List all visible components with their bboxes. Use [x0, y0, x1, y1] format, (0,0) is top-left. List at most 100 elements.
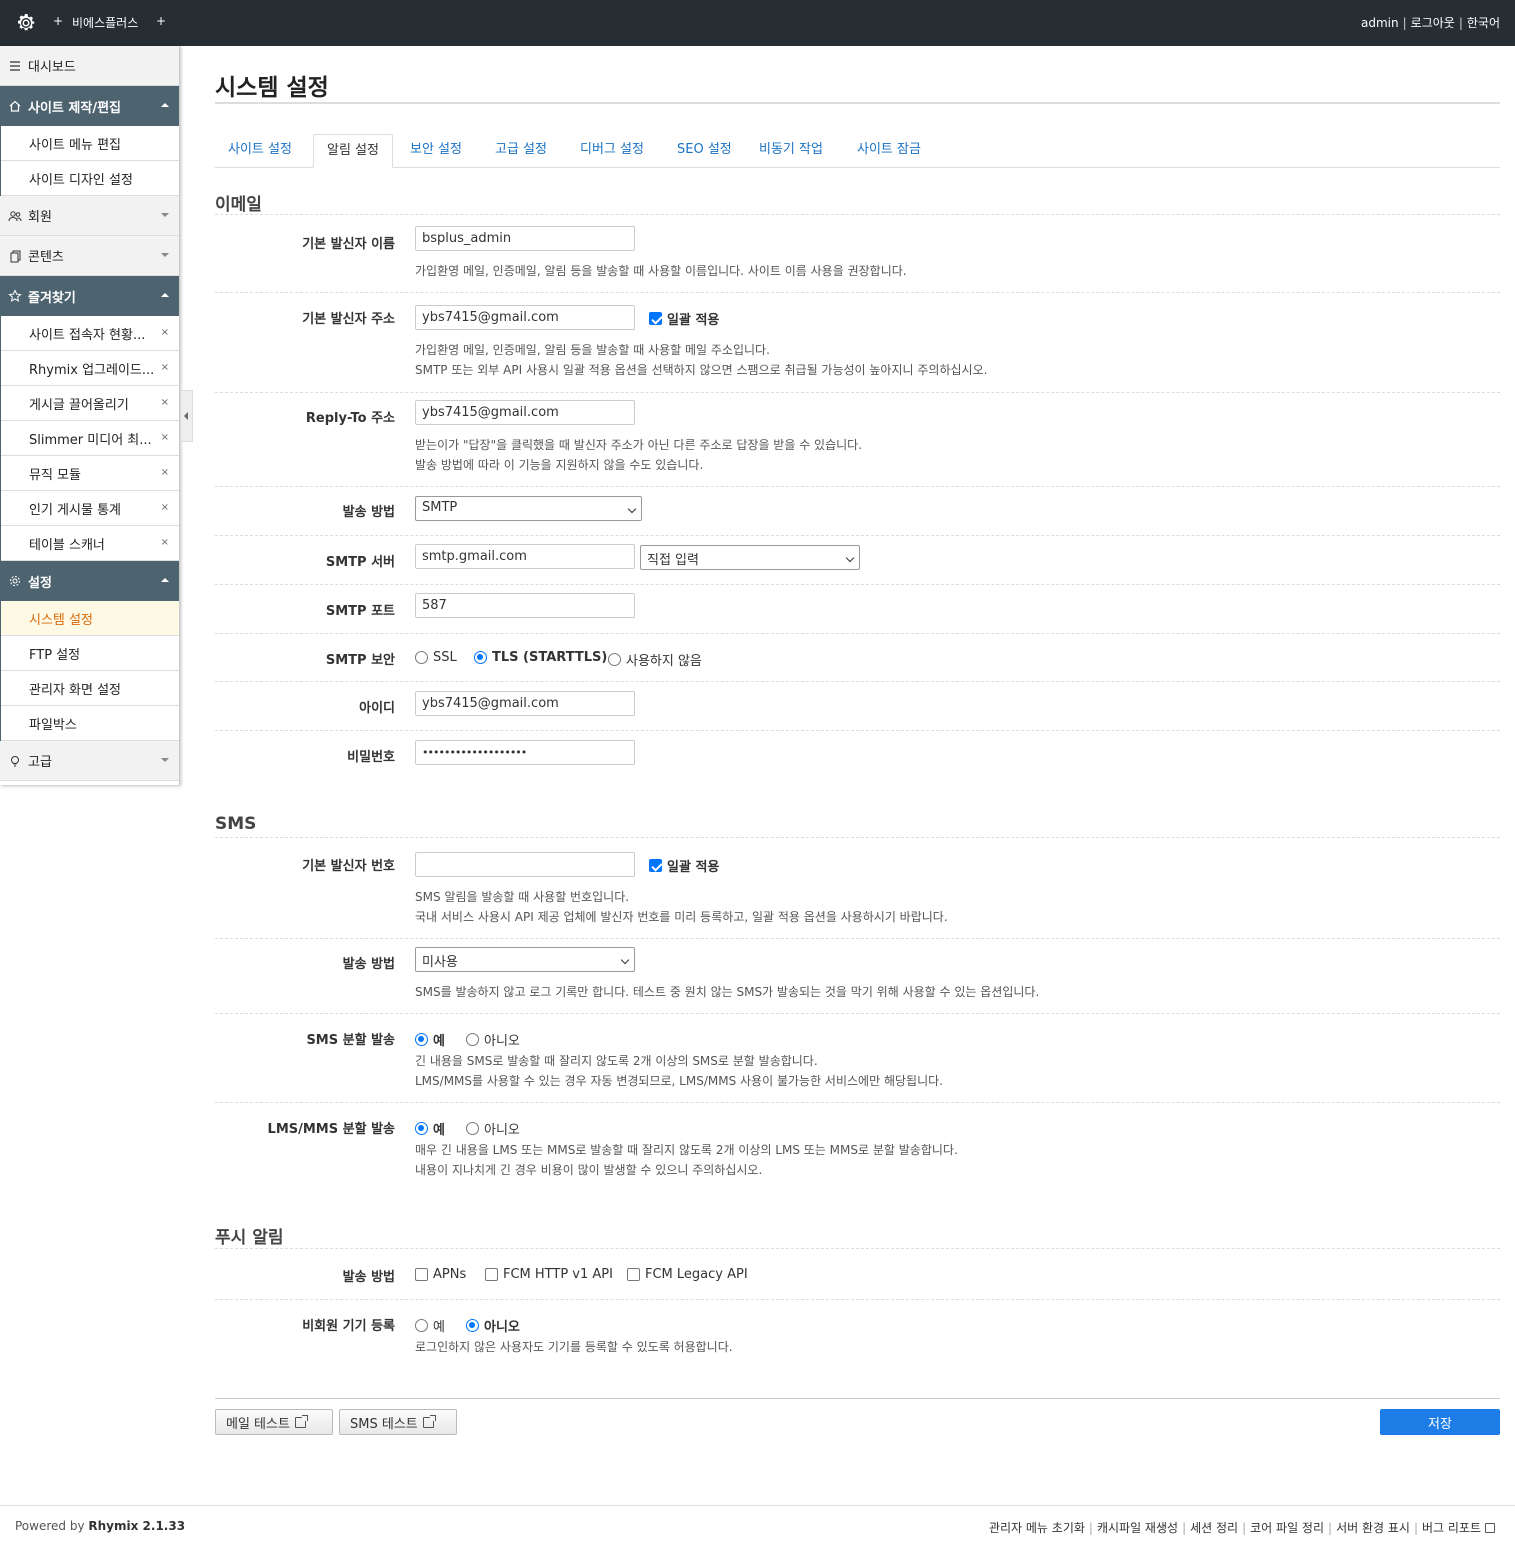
tab-site-settings[interactable]: 사이트 설정: [215, 134, 305, 168]
field-label: SMTP 보안: [325, 653, 395, 668]
sidebar-item-favorite[interactable]: 테이블 스캐너 ×: [1, 526, 179, 561]
divider: [215, 292, 1500, 293]
remove-favorite-icon[interactable]: ×: [161, 327, 169, 338]
smtp-security-ssl-radio[interactable]: SSL: [415, 650, 457, 665]
footer-link-server-env[interactable]: 서버 환경 표시: [1336, 1519, 1410, 1536]
user-name-link[interactable]: admin: [1361, 16, 1399, 30]
remove-favorite-icon[interactable]: ×: [161, 397, 169, 408]
smtp-security-tls-radio[interactable]: TLS (STARTTLS): [474, 650, 607, 665]
email-method-select[interactable]: SMTP: [415, 496, 642, 521]
gear-logo-icon[interactable]: [14, 11, 38, 35]
sidebar-item-system-settings[interactable]: 시스템 설정: [1, 601, 179, 636]
sidebar-group-label: 콘텐츠: [28, 250, 64, 265]
site-name-link[interactable]: 비에스플러스: [72, 14, 138, 31]
sidebar-item-label: Slimmer 미디어 최...: [29, 432, 152, 448]
remove-favorite-icon[interactable]: ×: [161, 362, 169, 373]
sidebar-item-label: 게시글 끌어올리기: [29, 397, 129, 413]
rhymix-version-link[interactable]: Rhymix 2.1.33: [88, 1519, 185, 1533]
language-link[interactable]: 한국어: [1467, 16, 1500, 30]
reply-to-input[interactable]: [415, 400, 635, 425]
sidebar-group-settings[interactable]: 설정: [0, 561, 179, 601]
sidebar-item-ftp-settings[interactable]: FTP 설정: [1, 636, 179, 671]
lms-split-yes-radio[interactable]: 예: [415, 1119, 445, 1138]
footer-link-bug-report[interactable]: 버그 리포트: [1422, 1519, 1481, 1536]
footer-link-recache[interactable]: 캐시파일 재생성: [1097, 1519, 1178, 1536]
smtp-password-input[interactable]: •••••••••••••••••••: [415, 740, 635, 765]
smtp-server-preset-select[interactable]: 직접 입력: [640, 545, 860, 570]
sms-method-select[interactable]: 미사용: [415, 947, 635, 972]
radio-label: TLS (STARTTLS): [492, 650, 608, 665]
push-apns-checkbox[interactable]: APNs: [415, 1267, 466, 1282]
external-link-icon: [294, 1414, 308, 1428]
sidebar-group-member[interactable]: 회원: [0, 196, 179, 236]
remove-favorite-icon[interactable]: ×: [161, 467, 169, 478]
save-button[interactable]: 저장: [1380, 1409, 1500, 1435]
sidebar-item-favorite[interactable]: 게시글 끌어올리기 ×: [1, 386, 179, 421]
tab-notification-settings[interactable]: 알림 설정: [313, 134, 393, 168]
sidebar-group-content[interactable]: 콘텐츠: [0, 236, 179, 276]
chevron-down-icon: [161, 213, 169, 217]
sidebar-item-favorite[interactable]: 뮤직 모듈 ×: [1, 456, 179, 491]
sidebar: 대시보드 사이트 제작/편집 사이트 메뉴 편집 사이트 디자인 설정 회원 콘…: [0, 46, 180, 785]
sms-sender-number-input[interactable]: [415, 852, 635, 877]
sidebar-item-favorite[interactable]: Slimmer 미디어 최... ×: [1, 421, 179, 456]
field-label: 발송 방법: [342, 957, 395, 972]
sidebar-collapse-handle[interactable]: [181, 390, 193, 442]
sender-address-force-checkbox[interactable]: 일괄 적용: [649, 309, 719, 328]
tab-advanced-settings[interactable]: 고급 설정: [482, 134, 560, 168]
checkbox-checked-icon: [649, 859, 662, 872]
radio-label: 사용하지 않음: [626, 654, 702, 669]
guest-device-yes-radio[interactable]: 예: [415, 1316, 445, 1335]
sidebar-group-site-build[interactable]: 사이트 제작/편집: [0, 86, 179, 126]
sidebar-item-favorite[interactable]: Rhymix 업그레이드... ×: [1, 351, 179, 386]
sms-test-button[interactable]: SMS 테스트: [339, 1409, 457, 1435]
help-text: 내용이 지나치게 긴 경우 비용이 많이 발생할 수 있으니 주의하십시오.: [415, 1163, 763, 1177]
footer-link-reset-menu[interactable]: 관리자 메뉴 초기화: [989, 1519, 1085, 1536]
tab-debug-settings[interactable]: 디버그 설정: [567, 134, 657, 168]
sms-sender-force-checkbox[interactable]: 일괄 적용: [649, 856, 719, 875]
footer-link-clear-sessions[interactable]: 세션 정리: [1190, 1519, 1238, 1536]
sms-split-yes-radio[interactable]: 예: [415, 1030, 445, 1049]
sidebar-submenu: 사이트 접속자 현황... × Rhymix 업그레이드... × 게시글 끌어올리…: [0, 316, 179, 561]
guest-device-no-radio[interactable]: 아니오: [466, 1316, 520, 1335]
divider: [215, 1299, 1500, 1300]
field-label: 기본 발신자 주소: [302, 312, 395, 327]
remove-favorite-icon[interactable]: ×: [161, 432, 169, 443]
sidebar-item-favorite[interactable]: 인기 게시물 통계 ×: [1, 491, 179, 526]
sidebar-item-admin-settings[interactable]: 관리자 화면 설정: [1, 671, 179, 706]
sidebar-item-dashboard[interactable]: 대시보드: [0, 46, 179, 86]
logout-link[interactable]: 로그아웃: [1411, 16, 1455, 30]
footer-links: 관리자 메뉴 초기화 | 캐시파일 재생성 | 세션 정리 | 코어 파일 정리 | 서…: [989, 1519, 1495, 1536]
sender-address-input[interactable]: [415, 305, 635, 330]
lms-split-no-radio[interactable]: 아니오: [466, 1119, 520, 1138]
sidebar-item-filebox[interactable]: 파일박스: [1, 706, 179, 741]
footer-link-clean-core[interactable]: 코어 파일 정리: [1250, 1519, 1324, 1536]
smtp-security-none-radio[interactable]: 사용하지 않음: [608, 650, 702, 669]
push-fcm-v1-checkbox[interactable]: FCM HTTP v1 API: [485, 1267, 613, 1282]
divider: [215, 214, 1500, 215]
checkbox-unchecked-icon: [627, 1268, 640, 1281]
tab-seo-settings[interactable]: SEO 설정: [664, 134, 745, 168]
sidebar-item-site-menu[interactable]: 사이트 메뉴 편집: [1, 126, 179, 161]
radio-label: 아니오: [484, 1034, 520, 1049]
sender-name-input[interactable]: [415, 226, 635, 251]
push-fcm-legacy-checkbox[interactable]: FCM Legacy API: [627, 1267, 748, 1282]
smtp-id-input[interactable]: [415, 691, 635, 716]
remove-favorite-icon[interactable]: ×: [161, 537, 169, 548]
smtp-server-input[interactable]: [415, 544, 635, 569]
sidebar-group-advanced[interactable]: 고급: [0, 741, 179, 781]
sms-split-no-radio[interactable]: 아니오: [466, 1030, 520, 1049]
mail-test-button[interactable]: 메일 테스트: [215, 1409, 333, 1435]
separator: |: [1328, 1520, 1333, 1535]
sidebar-item-favorite[interactable]: 사이트 접속자 현황... ×: [1, 316, 179, 351]
tab-security-settings[interactable]: 보안 설정: [397, 134, 475, 168]
tab-async-tasks[interactable]: 비동기 작업: [746, 134, 836, 168]
field-label: 발송 방법: [342, 505, 395, 520]
smtp-port-input[interactable]: [415, 593, 635, 618]
sidebar-group-label: 고급: [28, 755, 52, 770]
tab-site-lock[interactable]: 사이트 잠금: [844, 134, 934, 168]
sidebar-group-favorites[interactable]: 즐겨찾기: [0, 276, 179, 316]
sidebar-item-site-design[interactable]: 사이트 디자인 설정: [1, 161, 179, 196]
field-label: 비밀번호: [347, 750, 395, 765]
remove-favorite-icon[interactable]: ×: [161, 502, 169, 513]
